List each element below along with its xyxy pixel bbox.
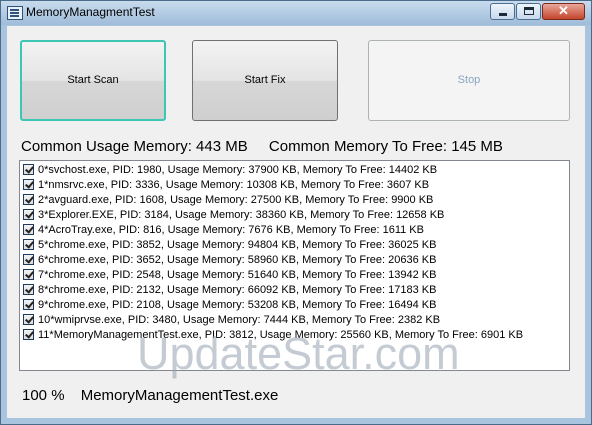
app-icon	[7, 6, 23, 20]
close-icon: ✕	[558, 3, 569, 18]
item-label: 1*nmsrvc.exe, PID: 3336, Usage Memory: 1…	[38, 179, 430, 191]
item-label: 0*svchost.exe, PID: 1980, Usage Memory: …	[38, 164, 438, 176]
stop-button[interactable]: Stop	[368, 40, 570, 121]
item-label: 7*chrome.exe, PID: 2548, Usage Memory: 5…	[38, 269, 437, 281]
item-label: 3*Explorer.EXE, PID: 3184, Usage Memory:…	[38, 209, 445, 221]
item-label: 6*chrome.exe, PID: 3652, Usage Memory: 5…	[38, 254, 437, 266]
item-checkbox[interactable]	[23, 239, 34, 250]
item-label: 2*avguard.exe, PID: 1608, Usage Memory: …	[38, 194, 434, 206]
item-checkbox[interactable]	[23, 164, 34, 175]
item-checkbox[interactable]	[23, 194, 34, 205]
minimize-button[interactable]	[490, 3, 515, 20]
minimize-icon	[499, 13, 507, 16]
title-bar[interactable]: MemoryManagmentTest ✕	[1, 1, 591, 25]
start-scan-button[interactable]: Start Scan	[20, 40, 166, 121]
item-checkbox[interactable]	[23, 269, 34, 280]
maximize-icon	[524, 7, 534, 15]
watermark: UpdateStar.com	[137, 328, 460, 379]
progress-percent: 100 %	[22, 387, 65, 404]
maximize-button[interactable]	[516, 3, 541, 20]
memory-summary: Common Usage Memory: 443 MB Common Memor…	[21, 138, 503, 155]
app-window: MemoryManagmentTest ✕ Start Scan Start F…	[0, 0, 592, 425]
current-process-label: MemoryManagementTest.exe	[80, 387, 279, 404]
item-checkbox[interactable]	[23, 314, 34, 325]
item-checkbox[interactable]	[23, 254, 34, 265]
item-checkbox[interactable]	[23, 299, 34, 310]
item-label: 4*AcroTray.exe, PID: 816, Usage Memory: …	[38, 224, 424, 236]
common-usage-memory-label: Common Usage Memory: 443 MB	[21, 138, 248, 155]
window-title: MemoryManagmentTest	[26, 5, 155, 19]
item-checkbox[interactable]	[23, 209, 34, 220]
close-button[interactable]: ✕	[542, 3, 585, 20]
item-label: 8*chrome.exe, PID: 2132, Usage Memory: 6…	[38, 284, 437, 296]
status-bar: 100 % MemoryManagementTest.exe	[22, 387, 278, 404]
item-label: 9*chrome.exe, PID: 2108, Usage Memory: 5…	[38, 299, 437, 311]
item-label: 5*chrome.exe, PID: 3852, Usage Memory: 9…	[38, 239, 437, 251]
item-checkbox[interactable]	[23, 284, 34, 295]
item-checkbox[interactable]	[23, 179, 34, 190]
item-label: 10*wmiprvse.exe, PID: 3480, Usage Memory…	[38, 314, 441, 326]
item-checkbox[interactable]	[23, 224, 34, 235]
common-memory-to-free-label: Common Memory To Free: 145 MB	[268, 138, 503, 155]
item-checkbox[interactable]	[23, 329, 34, 340]
start-fix-button[interactable]: Start Fix	[192, 40, 338, 121]
